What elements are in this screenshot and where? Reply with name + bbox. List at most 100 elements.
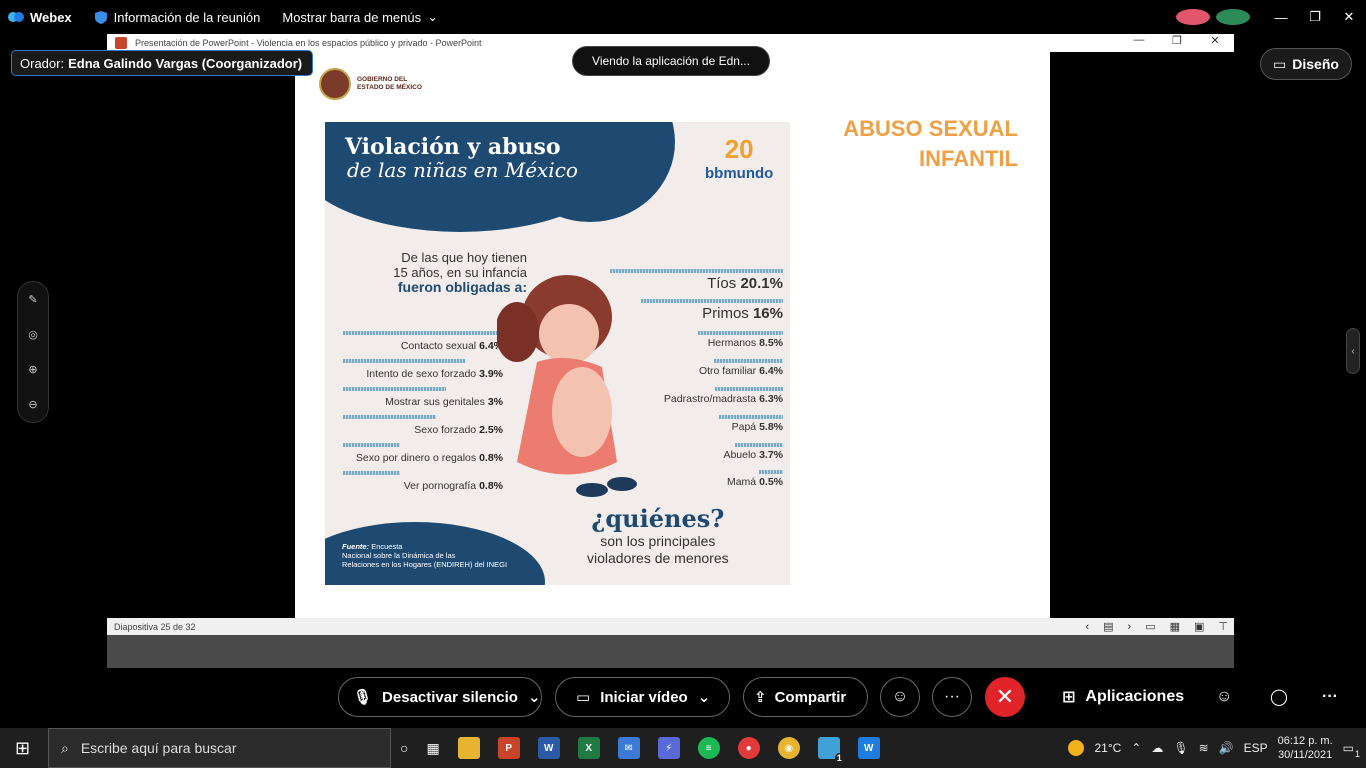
perpetrator-value: 3.7%: [759, 449, 783, 461]
chevron-down-icon[interactable]: ⌄: [528, 688, 541, 706]
source-label: Fuente:: [342, 542, 370, 551]
pointer-icon[interactable]: ◎: [28, 328, 38, 341]
perpetrator-value: 8.5%: [759, 337, 783, 349]
excel-taskbar-icon[interactable]: X: [577, 737, 600, 759]
perpetrator-bar: [641, 299, 783, 303]
chat-button[interactable]: ◯: [1270, 677, 1288, 717]
system-tray: 21°C ⌃ ☁ 🎙 ≋ 🔊 ESP 06:12 p. m. 30/11/202…: [1068, 728, 1366, 768]
act-item: Sexo forzado 2.5%: [325, 424, 503, 436]
act-label: Mostrar sus genitales: [385, 396, 485, 408]
panel-toggle[interactable]: ‹: [1346, 328, 1360, 374]
clock[interactable]: 06:12 p. m. 30/11/2021: [1278, 734, 1333, 762]
act-item: Ver pornografía 0.8%: [325, 480, 503, 492]
apps-label: Aplicaciones: [1085, 688, 1185, 705]
source-line3: Relaciones en los Hogares (ENDIREH) del …: [342, 560, 508, 569]
ppt-close-button[interactable]: ✕: [1196, 34, 1234, 52]
overflow-menu-button[interactable]: ···: [1322, 677, 1338, 717]
slide-menu-icon[interactable]: ▤: [1103, 620, 1113, 633]
mute-button[interactable]: 🎙 Desactivar silencio ⌄: [338, 677, 542, 717]
zoom-in-icon[interactable]: ⊕: [28, 363, 37, 376]
clock-time: 06:12 p. m.: [1277, 735, 1333, 747]
word-taskbar-icon[interactable]: W: [537, 737, 560, 759]
act-bar: [343, 331, 518, 335]
wifi-icon[interactable]: ≋: [1199, 741, 1209, 755]
sorter-view-icon[interactable]: ▦: [1170, 620, 1180, 633]
perpetrator-value: 6.4%: [759, 365, 783, 377]
meeting-info-button[interactable]: Información de la reunión: [94, 10, 260, 25]
reactions-button[interactable]: ☺: [880, 677, 920, 717]
windows-start-icon[interactable]: ⊞: [15, 738, 30, 759]
ppt-minimize-button[interactable]: —: [1120, 34, 1158, 52]
layout-button[interactable]: ▭ Diseño: [1260, 48, 1352, 80]
act-bar: [343, 415, 436, 419]
weather-icon[interactable]: [1068, 740, 1085, 756]
perpetrator-bar: [698, 331, 783, 335]
webex-app-icon[interactable]: W: [857, 737, 880, 759]
weather-temp[interactable]: 21°C: [1094, 741, 1121, 755]
meeting-controls: 🎙 Desactivar silencio ⌄ ▭ Iniciar vídeo …: [0, 668, 1366, 728]
source-line2: Nacional sobre la Dinámica de las: [342, 551, 456, 560]
perpetrator-value: 16%: [752, 305, 783, 322]
mic-icon[interactable]: 🎙: [1173, 741, 1188, 755]
prev-slide-icon[interactable]: ‹: [1085, 621, 1089, 633]
infographic-title-line1: Violación y abuso: [345, 134, 561, 160]
chevron-down-icon[interactable]: ⌄: [698, 688, 711, 706]
more-options-button[interactable]: ···: [932, 677, 972, 717]
onedrive-icon[interactable]: ☁: [1151, 741, 1163, 755]
taskbar-search[interactable]: ⌕ Escribe aquí para buscar: [48, 728, 391, 768]
restore-button[interactable]: ❐: [1298, 9, 1332, 25]
powerpoint-taskbar-icon[interactable]: P: [497, 737, 520, 759]
perpetrator-label: Tíos: [707, 275, 737, 292]
apps-button[interactable]: ⊞ Aplicaciones: [1062, 677, 1184, 717]
act-label: Sexo por dinero o regalos: [355, 452, 477, 464]
act-label: Ver pornografía: [403, 480, 477, 492]
chrome-icon[interactable]: ◉: [777, 737, 800, 759]
slide-heading-line1: ABUSO SEXUAL: [843, 116, 1018, 141]
perpetrator-label: Otro familiar: [698, 365, 757, 377]
end-call-button[interactable]: ✕: [985, 677, 1025, 717]
notifications-icon[interactable]: ▭ 1: [1343, 741, 1360, 759]
show-menu-bar-button[interactable]: Mostrar barra de menús ⌄: [282, 9, 438, 25]
video-label: Iniciar vídeo: [600, 688, 688, 706]
chevron-up-icon[interactable]: ⌃: [1131, 741, 1141, 755]
cortana-icon[interactable]: ○: [400, 740, 408, 756]
perpetrator-label: Padrastro/madrasta: [663, 393, 757, 405]
volume-icon[interactable]: 🔊: [1219, 741, 1234, 755]
ppt-window-controls: — ❐ ✕: [1120, 34, 1234, 52]
task-view-icon[interactable]: ▦: [426, 740, 439, 757]
video-button[interactable]: ▭ Iniciar vídeo ⌄: [555, 677, 730, 717]
file-explorer-icon[interactable]: [457, 737, 480, 759]
speaker-name: Edna Galindo Vargas (Coorganizador): [68, 55, 303, 71]
slide-heading-line2: INFANTIL: [919, 146, 1018, 171]
perpetrator-label: Mamá: [726, 476, 757, 488]
act-label: Contacto sexual: [400, 340, 477, 352]
webex-meetings-icon[interactable]: 1: [817, 737, 844, 763]
share-button[interactable]: ⇪ Compartir: [743, 677, 868, 717]
mail-icon[interactable]: ✉: [617, 737, 640, 759]
minimize-button[interactable]: —: [1264, 10, 1298, 25]
normal-view-icon[interactable]: ▭: [1145, 620, 1155, 633]
ppt-restore-button[interactable]: ❐: [1158, 34, 1196, 52]
perpetrator-value: 20.1%: [740, 275, 783, 292]
language-indicator[interactable]: ESP: [1244, 741, 1268, 755]
mute-label: Desactivar silencio: [382, 688, 518, 706]
slideshow-view-icon[interactable]: ⊤: [1218, 620, 1228, 633]
webex-badge: 1: [834, 753, 844, 763]
brand-name: bbmundo: [705, 165, 774, 182]
reading-view-icon[interactable]: ▣: [1194, 620, 1204, 633]
recorder-icon[interactable]: ●: [737, 737, 760, 759]
viewing-indicator[interactable]: Viendo la aplicación de Edn...: [572, 46, 770, 76]
zoom-out-icon[interactable]: ⊖: [28, 398, 37, 411]
participants-button[interactable]: ☺: [1216, 677, 1232, 717]
mic-off-icon: 🎙: [353, 689, 373, 706]
close-button[interactable]: ✕: [1332, 9, 1366, 25]
next-slide-icon[interactable]: ›: [1128, 621, 1132, 633]
app-icon[interactable]: ⚡: [657, 737, 680, 759]
network-stats-icon[interactable]: [1216, 9, 1250, 25]
webex-top-bar: Webex Información de la reunión Mostrar …: [0, 0, 1366, 34]
act-label: Sexo forzado: [414, 424, 477, 436]
spotify-icon[interactable]: ≡: [697, 737, 720, 759]
notification-count: 1: [1354, 749, 1360, 759]
presence-icon[interactable]: [1176, 9, 1210, 25]
annotate-icon[interactable]: ✎: [28, 293, 37, 306]
